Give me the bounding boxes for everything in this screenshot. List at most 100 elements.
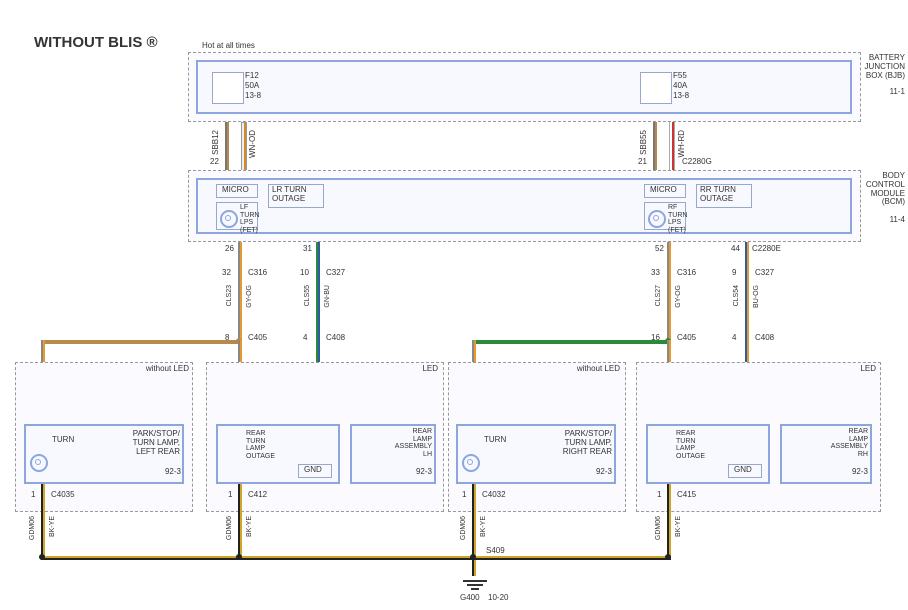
rf-lbl: RF TURN LPS (FET) xyxy=(668,204,687,235)
wire-sbb12 xyxy=(225,122,229,174)
wire-whrd xyxy=(669,122,675,174)
pin-c408-4: 4 xyxy=(303,333,307,342)
turn-lbl-1: TURN xyxy=(52,436,74,445)
ref-r: 92-3 xyxy=(576,468,612,477)
pin-bjb-r: 21 xyxy=(638,157,647,166)
pin-52: 52 xyxy=(655,244,664,253)
wire-cls27-top xyxy=(667,242,671,340)
lr-turn: LR TURN OUTAGE xyxy=(272,186,307,204)
lbl-sbb12: SBB12 xyxy=(212,130,221,155)
lbl-cls27-t: CLS27 xyxy=(655,285,663,306)
lbl-cls54-t: CLS54 xyxy=(733,285,741,306)
diagram-title: WITHOUT BLIS ® xyxy=(34,34,158,51)
lbl-gnbu-t: GN-BU xyxy=(324,285,332,308)
micro-l: MICRO xyxy=(222,186,249,195)
gnd-drop-3 xyxy=(472,484,476,576)
bkye-4: BK-YE xyxy=(675,516,683,537)
rla-rh: REAR LAMP ASSEMBLY RH xyxy=(784,428,868,459)
bjb-ref: 11-1 xyxy=(863,88,905,97)
g400-ref: 10-20 xyxy=(488,594,508,603)
mod2-led: LED xyxy=(412,365,438,374)
gdm06-4: GDM06 xyxy=(655,516,663,540)
lbl-gyog-t: GY-OG xyxy=(246,285,254,308)
gnd-drop-2 xyxy=(238,484,242,556)
bcm-ref: 11-4 xyxy=(863,216,905,225)
mod3-led: without LED xyxy=(566,365,620,374)
pin-c405b: C405 xyxy=(677,333,696,342)
pin-26: 26 xyxy=(225,244,234,253)
lbl-gyog-t2: GY-OG xyxy=(675,285,683,308)
fuse-f12 xyxy=(212,72,244,104)
parkstop-l: PARK/STOP/ TURN LAMP, LEFT REAR xyxy=(100,430,180,456)
gnd-r: GND xyxy=(734,466,752,475)
lf-lbl: LF TURN LPS (FET) xyxy=(240,204,259,235)
rf-fet-icon xyxy=(648,210,666,228)
pin-c4032-1: 1 xyxy=(462,490,466,499)
lbl-wnod: WN-OD xyxy=(249,130,258,158)
wiring-diagram: { "title": "WITHOUT BLIS ®", "hot": "Hot… xyxy=(0,0,908,610)
pin-c316-33: 33 xyxy=(651,268,660,277)
pin-c415b: C415 xyxy=(677,490,696,499)
pin-c316-32: 32 xyxy=(222,268,231,277)
gj2 xyxy=(236,554,242,560)
wire-wnod xyxy=(241,122,247,176)
bjb-inner xyxy=(196,60,852,114)
bkye-2: BK-YE xyxy=(246,516,254,537)
pin-c412-1: 1 xyxy=(228,490,232,499)
s409: S409 xyxy=(486,546,505,555)
pin-c2280e: C2280E xyxy=(752,244,781,253)
turn-icon-2 xyxy=(462,454,480,472)
pin-c327-10: 10 xyxy=(300,268,309,277)
lbl-cls55-t: CLS55 xyxy=(304,285,312,306)
fuse-f55-amp: 40A xyxy=(673,82,687,91)
ground-bus xyxy=(41,556,671,560)
ref-rh: 92-3 xyxy=(832,468,868,477)
hot-label: Hot at all times xyxy=(202,42,255,51)
gj1 xyxy=(39,554,45,560)
pin-c4035b: C4035 xyxy=(51,490,75,499)
gnd-l: GND xyxy=(304,466,322,475)
g400: G400 xyxy=(460,594,480,603)
rearOutage-l: REAR TURN LAMP OUTAGE xyxy=(246,430,275,461)
micro-r: MICRO xyxy=(650,186,677,195)
wire-cls23-top xyxy=(238,242,242,340)
ref-lh: 92-3 xyxy=(396,468,432,477)
lbl-sbb55: SBB55 xyxy=(640,130,649,155)
grn-h-right xyxy=(472,340,671,344)
ground-icon xyxy=(460,578,490,592)
gnd-drop-4 xyxy=(667,484,671,556)
lbl-buog-t: BU-OG xyxy=(753,285,761,308)
pin-c327-9: 9 xyxy=(732,268,736,277)
pin-c405: C405 xyxy=(248,333,267,342)
bkye-3: BK-YE xyxy=(480,516,488,537)
pin-c316: C316 xyxy=(248,268,267,277)
pin-c412b: C412 xyxy=(248,490,267,499)
pin-c4032b: C4032 xyxy=(482,490,506,499)
gdm06-1: GDM06 xyxy=(29,516,37,540)
lf-fet-icon xyxy=(220,210,238,228)
gj4 xyxy=(665,554,671,560)
fuse-f12-amp: 50A xyxy=(245,82,259,91)
rearOutage-r: REAR TURN LAMP OUTAGE xyxy=(676,430,705,461)
fuse-f12-name: F12 xyxy=(245,72,259,81)
parkstop-r: PARK/STOP/ TURN LAMP, RIGHT REAR xyxy=(530,430,612,456)
lbl-whrd: WH-RD xyxy=(678,130,687,158)
gdm06-3: GDM06 xyxy=(460,516,468,540)
fuse-f55-name: F55 xyxy=(673,72,687,81)
rla-lh: REAR LAMP ASSEMBLY LH xyxy=(354,428,432,459)
mod4-led: LED xyxy=(850,365,876,374)
rr-turn: RR TURN OUTAGE xyxy=(700,186,736,204)
bkye-1: BK-YE xyxy=(49,516,57,537)
pin-c316b: C316 xyxy=(677,268,696,277)
gnd-drop-1 xyxy=(41,484,45,556)
pin-c408b: C408 xyxy=(755,333,774,342)
pin-44: 44 xyxy=(731,244,740,253)
pin-31: 31 xyxy=(303,244,312,253)
pin-c2280g: C2280G xyxy=(682,157,712,166)
ref-l: 92-3 xyxy=(145,468,181,477)
fuse-f12-ref: 13-8 xyxy=(245,92,261,101)
turn-lbl-2: TURN xyxy=(484,436,506,445)
gdm06-2: GDM06 xyxy=(226,516,234,540)
pin-c327b: C327 xyxy=(755,268,774,277)
mod1-led: without LED xyxy=(135,365,189,374)
